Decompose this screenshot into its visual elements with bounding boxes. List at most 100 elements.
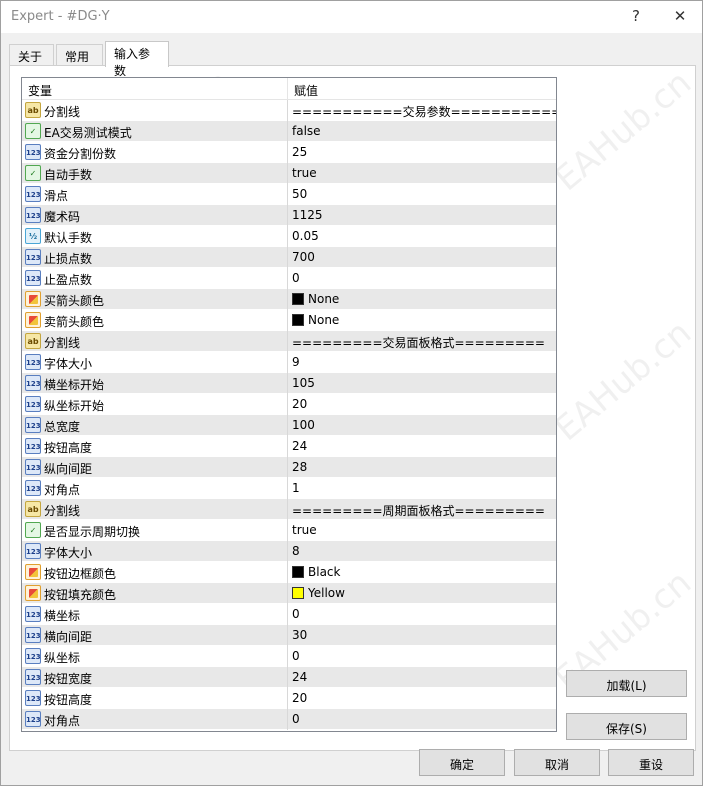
param-row[interactable]: ½ 默认手数 0.05 (22, 226, 556, 247)
param-row[interactable]: 123 横坐标开始 105 (22, 373, 556, 394)
param-name-cell: 123 横坐标开始 (22, 373, 288, 394)
param-row[interactable]: 按钮边框颜色 Black (22, 562, 556, 583)
param-row[interactable]: 123 滑点 50 (22, 184, 556, 205)
param-value-cell[interactable]: 0 (288, 646, 556, 667)
header-variable[interactable]: 变量 (22, 78, 288, 100)
param-value-cell[interactable]: 0 (288, 268, 556, 289)
color-type-icon (25, 312, 41, 328)
param-value-cell[interactable]: Black (288, 562, 556, 583)
reset-button[interactable]: 重设 (608, 749, 694, 776)
param-row[interactable]: 123 资金分割份数 25 (22, 142, 556, 163)
param-row[interactable]: 123 止损点数 700 (22, 247, 556, 268)
integer-type-icon: 123 (25, 354, 41, 370)
param-row[interactable]: 123 横坐标 0 (22, 604, 556, 625)
param-name-cell: 123 魔术码 (22, 205, 288, 226)
param-value: 0 (292, 607, 300, 621)
param-name: 止盈点数 (44, 273, 93, 287)
param-name-cell: 123 纵向间距 (22, 457, 288, 478)
param-row[interactable]: 卖箭头颜色 None (22, 310, 556, 331)
param-name: EA交易测试模式 (44, 126, 132, 140)
param-row[interactable]: ab 分割线 ===========交易参数=========== (22, 100, 556, 121)
integer-type-icon: 123 (25, 249, 41, 265)
integer-type-icon: 123 (25, 207, 41, 223)
tab-about[interactable]: 关于 (9, 44, 54, 66)
param-value-cell[interactable]: 25 (288, 142, 556, 163)
save-button[interactable]: 保存(S) (566, 713, 687, 740)
param-value: 1125 (292, 208, 323, 222)
param-row[interactable]: ab 分割线 =========周期面板格式========= (22, 499, 556, 520)
param-value: 30 (292, 628, 308, 642)
param-value-cell[interactable]: true (288, 163, 556, 184)
param-row[interactable]: 123 按钮宽度 24 (22, 667, 556, 688)
window-title: Expert - #DG·Y (11, 9, 110, 24)
param-row[interactable]: 123 止盈点数 0 (22, 268, 556, 289)
param-value: 1 (292, 481, 300, 495)
param-value-cell[interactable]: 0 (288, 604, 556, 625)
header-value[interactable]: 赋值 (288, 78, 556, 100)
param-value-cell[interactable]: 1 (288, 478, 556, 499)
param-value-cell[interactable]: 0 (288, 709, 556, 730)
param-value: 0.05 (292, 229, 319, 243)
ok-button[interactable]: 确定 (419, 749, 505, 776)
param-value-cell[interactable]: 20 (288, 688, 556, 709)
param-row[interactable]: ab 分割线 =========交易面板格式========= (22, 331, 556, 352)
param-row[interactable]: 123 字体大小 8 (22, 541, 556, 562)
param-name-cell: 买箭头颜色 (22, 289, 288, 310)
close-icon[interactable]: ✕ (665, 7, 695, 27)
param-value-cell[interactable]: 700 (288, 247, 556, 268)
param-value: true (292, 166, 317, 180)
param-row[interactable]: 123 魔术码 1125 (22, 205, 556, 226)
param-row[interactable]: 123 纵坐标 0 (22, 646, 556, 667)
param-row[interactable]: 123 按钮高度 20 (22, 688, 556, 709)
param-row[interactable]: 123 对角点 0 (22, 709, 556, 730)
param-value-cell[interactable]: 24 (288, 436, 556, 457)
param-value-cell[interactable]: false (288, 121, 556, 142)
param-value-cell[interactable]: =========周期面板格式========= (288, 499, 556, 520)
param-value-cell[interactable]: 100 (288, 415, 556, 436)
param-value: 20 (292, 691, 308, 705)
param-value-cell[interactable]: 0.05 (288, 226, 556, 247)
cancel-button[interactable]: 取消 (514, 749, 600, 776)
param-row[interactable]: 123 横向间距 30 (22, 625, 556, 646)
param-value-cell[interactable]: =========交易面板格式========= (288, 331, 556, 352)
tab-inputs[interactable]: 输入参数 (105, 41, 169, 78)
integer-type-icon: 123 (25, 480, 41, 496)
param-value-cell[interactable]: 30 (288, 625, 556, 646)
param-row[interactable]: 123 按钮高度 24 (22, 436, 556, 457)
tab-common[interactable]: 常用 (56, 44, 103, 66)
param-row[interactable]: 123 纵坐标开始 20 (22, 394, 556, 415)
param-name-cell: ab 分割线 (22, 499, 288, 520)
param-row[interactable]: 123 对角点 1 (22, 478, 556, 499)
param-row[interactable]: ✓ EA交易测试模式 false (22, 121, 556, 142)
param-value-cell[interactable]: Yellow (288, 583, 556, 604)
param-value: None (308, 313, 340, 327)
param-value-cell[interactable]: 1125 (288, 205, 556, 226)
param-row[interactable]: 买箭头颜色 None (22, 289, 556, 310)
param-value-cell[interactable]: 105 (288, 373, 556, 394)
param-row[interactable]: 123 字体大小 9 (22, 352, 556, 373)
param-row[interactable]: 123 纵向间距 28 (22, 457, 556, 478)
help-icon[interactable]: ? (621, 7, 651, 27)
param-row[interactable]: 按钮填充颜色 Yellow (22, 583, 556, 604)
integer-type-icon: 123 (25, 375, 41, 391)
param-value-cell[interactable]: true (288, 520, 556, 541)
param-value-cell[interactable]: 50 (288, 184, 556, 205)
param-row[interactable]: ✓ 是否显示周期切换 true (22, 520, 556, 541)
param-value-cell[interactable]: 9 (288, 352, 556, 373)
param-value-cell[interactable]: ===========交易参数=========== (288, 100, 556, 121)
color-swatch (292, 293, 304, 305)
param-value-cell[interactable]: 20 (288, 394, 556, 415)
param-name: 分割线 (44, 336, 81, 350)
color-type-icon (25, 564, 41, 580)
param-value-cell[interactable]: None (288, 289, 556, 310)
param-row[interactable]: ✓ 自动手数 true (22, 163, 556, 184)
param-row[interactable]: 123 总宽度 100 (22, 415, 556, 436)
param-value-cell[interactable]: 24 (288, 667, 556, 688)
param-value-cell[interactable]: 8 (288, 541, 556, 562)
param-name: 滑点 (44, 189, 69, 203)
param-value-cell[interactable]: 28 (288, 457, 556, 478)
param-name: 分割线 (44, 504, 81, 518)
load-button[interactable]: 加载(L) (566, 670, 687, 697)
param-value-cell[interactable]: None (288, 310, 556, 331)
param-value: ===========交易参数=========== (292, 105, 556, 119)
